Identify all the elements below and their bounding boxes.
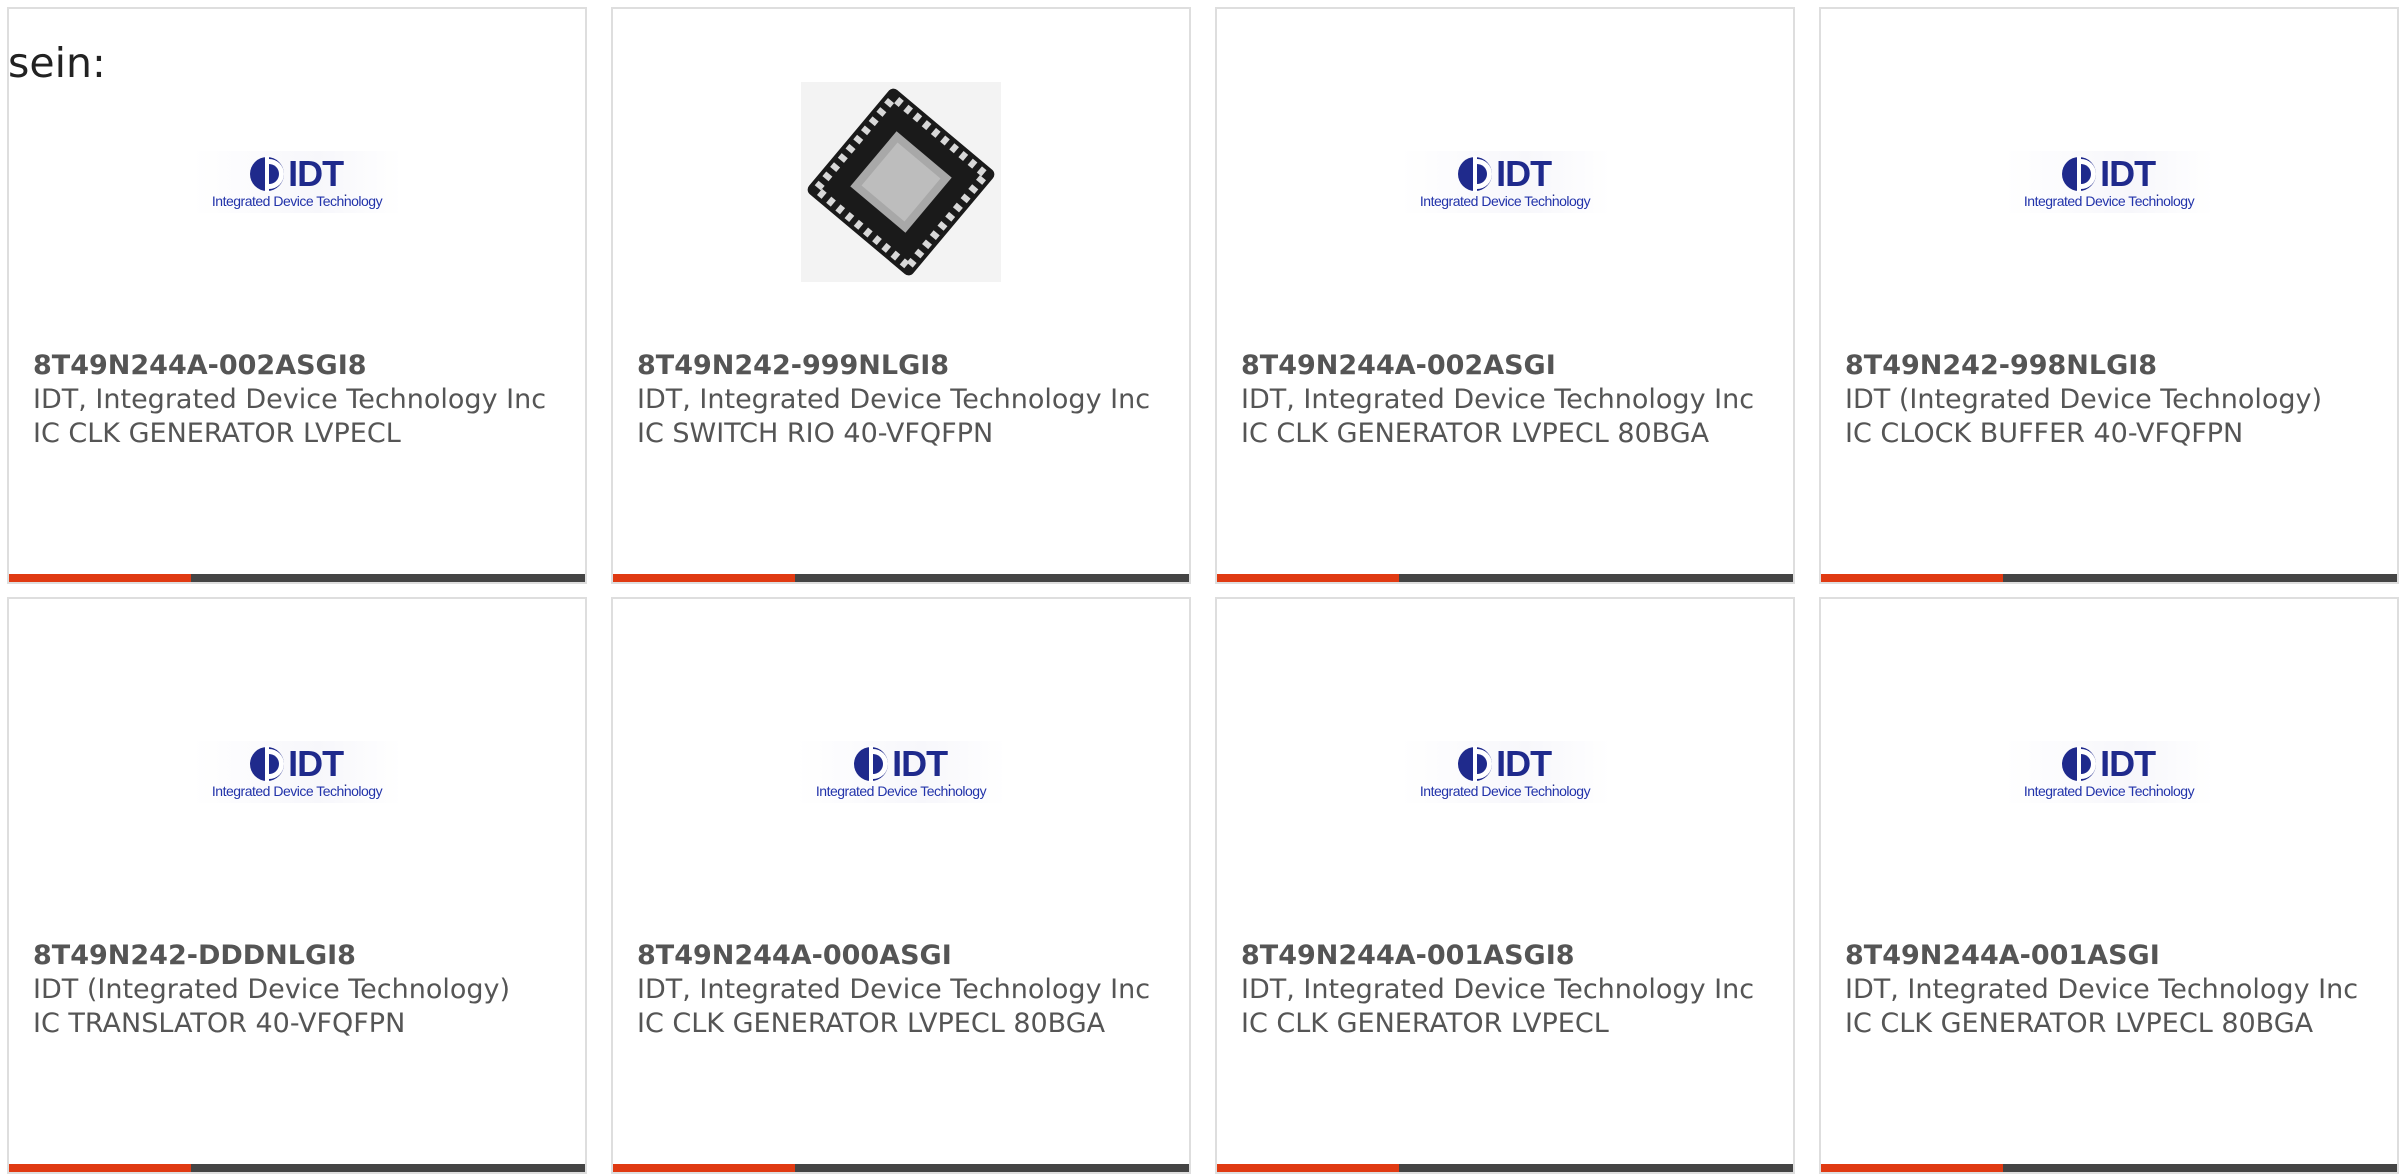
idt-logo: IDT. Integrated Device Technology (796, 741, 1006, 803)
idt-logo-tagline: Integrated Device Technology (815, 782, 987, 799)
product-manufacturer: IDT, Integrated Device Technology Inc (1241, 384, 1755, 415)
idt-logo-tagline: Integrated Device Technology (1419, 782, 1591, 799)
idt-logo-wordmark: IDT. (1496, 742, 1555, 789)
idt-logo-wordmark: IDT. (1496, 152, 1555, 199)
card-bottom-bar (1821, 1164, 2397, 1172)
idt-logo: IDT. Integrated Device Technology (1400, 741, 1610, 803)
idt-logo-tagline: Integrated Device Technology (211, 782, 383, 799)
product-info: 8T49N242-DDDNLGI8 IDT (Integrated Device … (33, 939, 565, 1041)
card-bottom-bar-accent (613, 1164, 795, 1172)
product-card[interactable]: IDT. Integrated Device Technology 8T49N2… (1215, 597, 1795, 1174)
card-bottom-bar-accent (9, 574, 191, 582)
product-card[interactable]: IDT. Integrated Device Technology 8T49N2… (1215, 7, 1795, 584)
product-image[interactable]: IDT. Integrated Device Technology (1217, 667, 1793, 877)
product-image[interactable]: IDT. Integrated Device Technology (9, 77, 585, 287)
card-bottom-bar (1821, 574, 2397, 582)
idt-logo: IDT. Integrated Device Technology (192, 741, 402, 803)
product-manufacturer: IDT, Integrated Device Technology Inc (1241, 974, 1755, 1005)
card-bottom-bar-accent (1217, 1164, 1399, 1172)
product-description: IC CLK GENERATOR LVPECL 80BGA (1241, 418, 1710, 449)
idt-logo: IDT. Integrated Device Technology (192, 151, 402, 213)
product-part-number[interactable]: 8T49N242-999NLGI8 (637, 349, 1169, 383)
product-info: 8T49N242-999NLGI8 IDT, Integrated Device … (637, 349, 1169, 451)
product-manufacturer: IDT (Integrated Device Technology) (33, 974, 511, 1005)
card-bottom-bar-accent (9, 1164, 191, 1172)
idt-logo-mark-icon (854, 745, 889, 782)
card-bottom-bar (613, 1164, 1189, 1172)
card-bottom-bar (1217, 574, 1793, 582)
idt-logo-wordmark: IDT. (288, 152, 347, 199)
product-image[interactable] (613, 77, 1189, 287)
idt-logo-tagline: Integrated Device Technology (2023, 782, 2195, 799)
product-card[interactable]: IDT. Integrated Device Technology 8T49N2… (611, 597, 1191, 1174)
product-manufacturer: IDT, Integrated Device Technology Inc (33, 384, 547, 415)
intro-text: sein: (8, 39, 106, 87)
product-info: 8T49N244A-001ASGI8 IDT, Integrated Device… (1241, 939, 1773, 1041)
card-bottom-bar-accent (1821, 574, 2003, 582)
product-description: IC TRANSLATOR 40-VFQFPN (33, 1008, 406, 1039)
product-part-number[interactable]: 8T49N244A-002ASGI (1241, 349, 1773, 383)
card-bottom-bar (9, 1164, 585, 1172)
product-part-number[interactable]: 8T49N244A-001ASGI8 (1241, 939, 1773, 973)
product-image[interactable]: IDT. Integrated Device Technology (9, 667, 585, 877)
product-part-number[interactable]: 8T49N242-998NLGI8 (1845, 349, 2377, 383)
idt-logo: IDT. Integrated Device Technology (2004, 151, 2214, 213)
product-card[interactable]: IDT. Integrated Device Technology 8T49N2… (7, 7, 587, 584)
idt-logo-mark-icon (1458, 155, 1493, 192)
product-info: 8T49N244A-001ASGI IDT, Integrated Device … (1845, 939, 2377, 1041)
idt-logo-wordmark: IDT. (892, 742, 951, 789)
product-card[interactable]: 8T49N242-999NLGI8 IDT, Integrated Device … (611, 7, 1191, 584)
card-bottom-bar-accent (1217, 574, 1399, 582)
product-manufacturer: IDT, Integrated Device Technology Inc (637, 384, 1151, 415)
product-image[interactable]: IDT. Integrated Device Technology (1821, 77, 2397, 287)
card-bottom-bar-accent (613, 574, 795, 582)
product-part-number[interactable]: 8T49N244A-002ASGI8 (33, 349, 565, 383)
idt-logo-mark-icon (250, 155, 285, 192)
card-bottom-bar (9, 574, 585, 582)
product-part-number[interactable]: 8T49N244A-001ASGI (1845, 939, 2377, 973)
product-manufacturer: IDT, Integrated Device Technology Inc (1845, 974, 2359, 1005)
card-bottom-bar (1217, 1164, 1793, 1172)
product-info: 8T49N242-998NLGI8 IDT (Integrated Device … (1845, 349, 2377, 451)
product-description: IC CLK GENERATOR LVPECL (1241, 1008, 1609, 1039)
product-image[interactable]: IDT. Integrated Device Technology (1821, 667, 2397, 877)
product-description: IC CLK GENERATOR LVPECL 80BGA (637, 1008, 1106, 1039)
idt-logo: IDT. Integrated Device Technology (1400, 151, 1610, 213)
product-image[interactable]: IDT. Integrated Device Technology (1217, 77, 1793, 287)
product-card[interactable]: IDT. Integrated Device Technology 8T49N2… (1819, 597, 2399, 1174)
idt-logo-wordmark: IDT. (288, 742, 347, 789)
product-description: IC SWITCH RIO 40-VFQFPN (637, 418, 994, 449)
product-info: 8T49N244A-002ASGI8 IDT, Integrated Device… (33, 349, 565, 451)
idt-logo-mark-icon (1458, 745, 1493, 782)
idt-logo-mark-icon (2062, 155, 2097, 192)
product-manufacturer: IDT, Integrated Device Technology Inc (637, 974, 1151, 1005)
product-card[interactable]: IDT. Integrated Device Technology 8T49N2… (1819, 7, 2399, 584)
idt-logo-tagline: Integrated Device Technology (211, 192, 383, 209)
idt-logo-mark-icon (2062, 745, 2097, 782)
idt-logo-mark-icon (250, 745, 285, 782)
product-manufacturer: IDT (Integrated Device Technology) (1845, 384, 2323, 415)
idt-logo-wordmark: IDT. (2100, 742, 2159, 789)
chip-photo (801, 82, 1001, 282)
product-info: 8T49N244A-002ASGI IDT, Integrated Device … (1241, 349, 1773, 451)
product-card[interactable]: IDT. Integrated Device Technology 8T49N2… (7, 597, 587, 1174)
product-info: 8T49N244A-000ASGI IDT, Integrated Device … (637, 939, 1169, 1041)
idt-logo-wordmark: IDT. (2100, 152, 2159, 199)
qfn-chip-icon (807, 88, 995, 276)
card-bottom-bar-accent (1821, 1164, 2003, 1172)
product-description: IC CLOCK BUFFER 40-VFQFPN (1845, 418, 2244, 449)
idt-logo-tagline: Integrated Device Technology (1419, 192, 1591, 209)
product-image[interactable]: IDT. Integrated Device Technology (613, 667, 1189, 877)
product-part-number[interactable]: 8T49N244A-000ASGI (637, 939, 1169, 973)
idt-logo-tagline: Integrated Device Technology (2023, 192, 2195, 209)
product-description: IC CLK GENERATOR LVPECL 80BGA (1845, 1008, 2314, 1039)
idt-logo: IDT. Integrated Device Technology (2004, 741, 2214, 803)
product-part-number[interactable]: 8T49N242-DDDNLGI8 (33, 939, 565, 973)
product-description: IC CLK GENERATOR LVPECL (33, 418, 401, 449)
card-bottom-bar (613, 574, 1189, 582)
product-grid: IDT. Integrated Device Technology 8T49N2… (7, 7, 2399, 1174)
